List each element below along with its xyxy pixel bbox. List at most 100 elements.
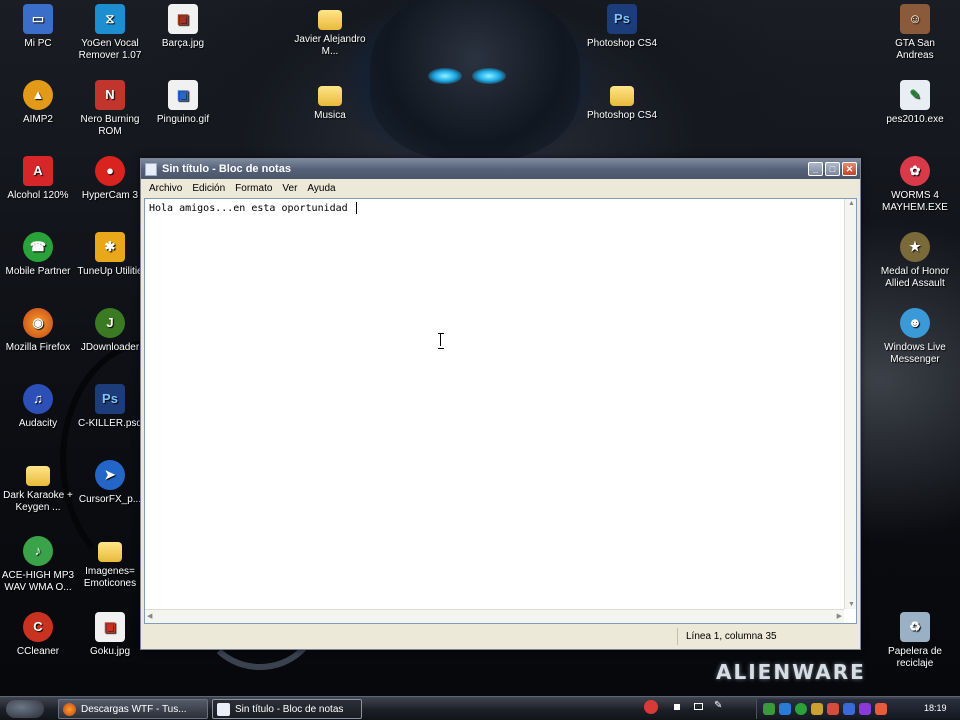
resize-grip-icon[interactable] (845, 631, 857, 643)
desktop-icon-photoshop-folder[interactable]: Photoshop CS4 (584, 80, 660, 122)
desktop-icon-goku[interactable]: ▣ Goku.jpg (72, 612, 148, 658)
tray-antivirus-icon[interactable] (827, 703, 839, 715)
desktop-icon-label: WORMS 4 MAYHEM.EXE (882, 190, 948, 213)
medal-icon: ★ (900, 232, 930, 262)
desktop-icon-jdownloader[interactable]: J JDownloader (72, 308, 148, 354)
folder-icon (318, 10, 342, 30)
desktop-icon-nero[interactable]: N Nero Burning ROM (72, 80, 148, 138)
notepad-window[interactable]: Sin título - Bloc de notas _ □ ✕ Archivo… (140, 158, 861, 650)
folder-icon (26, 466, 50, 486)
desktop-icon-audacity[interactable]: ♫ Audacity (0, 384, 76, 430)
desktop-icon-javier[interactable]: Javier Alejandro M... (292, 4, 368, 58)
menu-ver[interactable]: Ver (277, 183, 302, 194)
desktop-icon-mobile-partner[interactable]: ☎ Mobile Partner (0, 232, 76, 278)
record-icon[interactable] (644, 700, 658, 714)
desktop-icon-pinguino[interactable]: ▣ Pinguino.gif (145, 80, 221, 126)
taskbar-clock: 18:19 (924, 703, 947, 713)
jdownloader-icon: J (95, 308, 125, 338)
maximize-button[interactable]: □ (825, 162, 840, 176)
taskbar-button-notepad[interactable]: Sin título - Bloc de notas (212, 699, 362, 719)
alien-eye-left (428, 68, 462, 84)
menu-edicion[interactable]: Edición (187, 183, 230, 194)
cursor-position: Línea 1, columna 35 (677, 628, 845, 645)
scroll-left-icon[interactable]: ◀ (147, 612, 152, 620)
tray-mobile-icon[interactable] (795, 703, 807, 715)
desktop-icon-dark-karaoke[interactable]: Dark Karaoke + Keygen ... (0, 460, 76, 514)
image-file-icon: ▣ (168, 80, 198, 110)
editor-content: Hola amigos...en esta oportunidad (149, 202, 357, 214)
pes-icon: ✎ (900, 80, 930, 110)
window-title: Sin título - Bloc de notas (162, 163, 291, 175)
vertical-scrollbar[interactable]: ▲ ▼ (844, 199, 856, 609)
desktop-icon-recycle-bin[interactable]: ♻ Papelera de reciclaje (877, 612, 953, 670)
desktop-icon-label: YoGen Vocal Remover 1.07 (78, 38, 142, 61)
image-file-icon: ▣ (168, 4, 198, 34)
folder-icon (318, 86, 342, 106)
menu-ayuda[interactable]: Ayuda (302, 183, 340, 194)
tray-shield-icon[interactable] (763, 703, 775, 715)
text-editor[interactable]: Hola amigos...en esta oportunidad ▲ ▼ ◀ … (144, 198, 857, 624)
capture-icon[interactable] (692, 700, 706, 714)
desktop-icon-photoshop[interactable]: Ps Photoshop CS4 (584, 4, 660, 50)
desktop-icon-yogen[interactable]: ⧖ YoGen Vocal Remover 1.07 (72, 4, 148, 62)
desktop-icon-medal-of-honor[interactable]: ★ Medal of Honor Allied Assault (877, 232, 953, 290)
stop-icon[interactable] (670, 700, 684, 714)
desktop-icon-cursorfx[interactable]: ➤ CursorFX_p... (72, 460, 148, 506)
image-file-icon: ▣ (95, 612, 125, 642)
menu-formato[interactable]: Formato (230, 183, 277, 194)
desktop-icon-label: Mobile Partner (5, 266, 71, 277)
desktop-icon-label: ACE-HIGH MP3 WAV WMA O... (1, 570, 75, 593)
desktop-icon-gta[interactable]: ☺ GTA San Andreas (877, 4, 953, 62)
tray-recorder-icon[interactable] (875, 703, 887, 715)
desktop-icon-imagenes[interactable]: Imagenes= Emoticones (72, 536, 148, 590)
scroll-down-icon[interactable]: ▼ (848, 601, 855, 608)
taskbar-button-label: Sin título - Bloc de notas (235, 703, 344, 715)
close-button[interactable]: ✕ (842, 162, 857, 176)
desktop-icon-musica[interactable]: Musica (292, 80, 368, 122)
desktop-icon-label: Pinguino.gif (156, 114, 210, 125)
desktop-icon-hypercam[interactable]: ● HyperCam 3 (72, 156, 148, 202)
desktop-icon-alcohol[interactable]: A Alcohol 120% (0, 156, 76, 202)
desktop-icon-label: Imagenes= Emoticones (83, 566, 137, 589)
desktop-icon-worms[interactable]: ✿ WORMS 4 MAYHEM.EXE (877, 156, 953, 214)
tray-n-icon[interactable] (859, 703, 871, 715)
desktop-icon-mi-pc[interactable]: ▭ Mi PC (0, 4, 76, 50)
tray-volume-icon[interactable] (843, 703, 855, 715)
messenger-icon: ☻ (900, 308, 930, 338)
title-bar[interactable]: Sin título - Bloc de notas _ □ ✕ (141, 159, 860, 179)
desktop-icon-label: CCleaner (16, 646, 60, 657)
scroll-right-icon[interactable]: ▶ (837, 612, 842, 620)
folder-icon (610, 86, 634, 106)
start-button[interactable] (6, 700, 44, 718)
computer-icon: ▭ (23, 4, 53, 34)
desktop-icon-firefox[interactable]: ◉ Mozilla Firefox (0, 308, 76, 354)
desktop-icon-label: Papelera de reciclaje (888, 646, 942, 669)
cursorfx-icon: ➤ (95, 460, 125, 490)
desktop-icon-c-killer[interactable]: Ps C-KILLER.psd (72, 384, 148, 430)
nero-icon: N (95, 80, 125, 110)
taskbar-button-descargas[interactable]: Descargas WTF - Tus... (58, 699, 208, 719)
menu-archivo[interactable]: Archivo (144, 183, 187, 194)
desktop-icon-label: Barça.jpg (161, 38, 205, 49)
desktop-icon-ace-high[interactable]: ♪ ACE-HIGH MP3 WAV WMA O... (0, 536, 76, 594)
pen-icon[interactable]: ✎ (714, 700, 728, 714)
menu-bar: Archivo Edición Formato Ver Ayuda (141, 179, 860, 197)
taskbar: Descargas WTF - Tus... Sin título - Bloc… (0, 696, 960, 720)
desktop-icon-pes2010[interactable]: ✎ pes2010.exe (877, 80, 953, 126)
scroll-up-icon[interactable]: ▲ (848, 200, 855, 207)
aimp-icon: ▲ (23, 80, 53, 110)
desktop-icon-label: C-KILLER.psd (78, 418, 142, 429)
firefox-icon (63, 702, 76, 716)
tray-app-icon[interactable] (811, 703, 823, 715)
notepad-icon (217, 702, 230, 716)
tray-network-icon[interactable] (779, 703, 791, 715)
horizontal-scrollbar[interactable]: ◀ ▶ (145, 609, 844, 623)
desktop-icon-barca[interactable]: ▣ Barça.jpg (145, 4, 221, 50)
desktop-icon-tuneup[interactable]: ✱ TuneUp Utilitie (72, 232, 148, 278)
desktop-icon-messenger[interactable]: ☻ Windows Live Messenger (877, 308, 953, 366)
desktop-icon-ccleaner[interactable]: C CCleaner (0, 612, 76, 658)
desktop-icon-aimp2[interactable]: ▲ AIMP2 (0, 80, 76, 126)
tuneup-icon: ✱ (95, 232, 125, 262)
desktop-icon-label: AIMP2 (22, 114, 53, 125)
minimize-button[interactable]: _ (808, 162, 823, 176)
